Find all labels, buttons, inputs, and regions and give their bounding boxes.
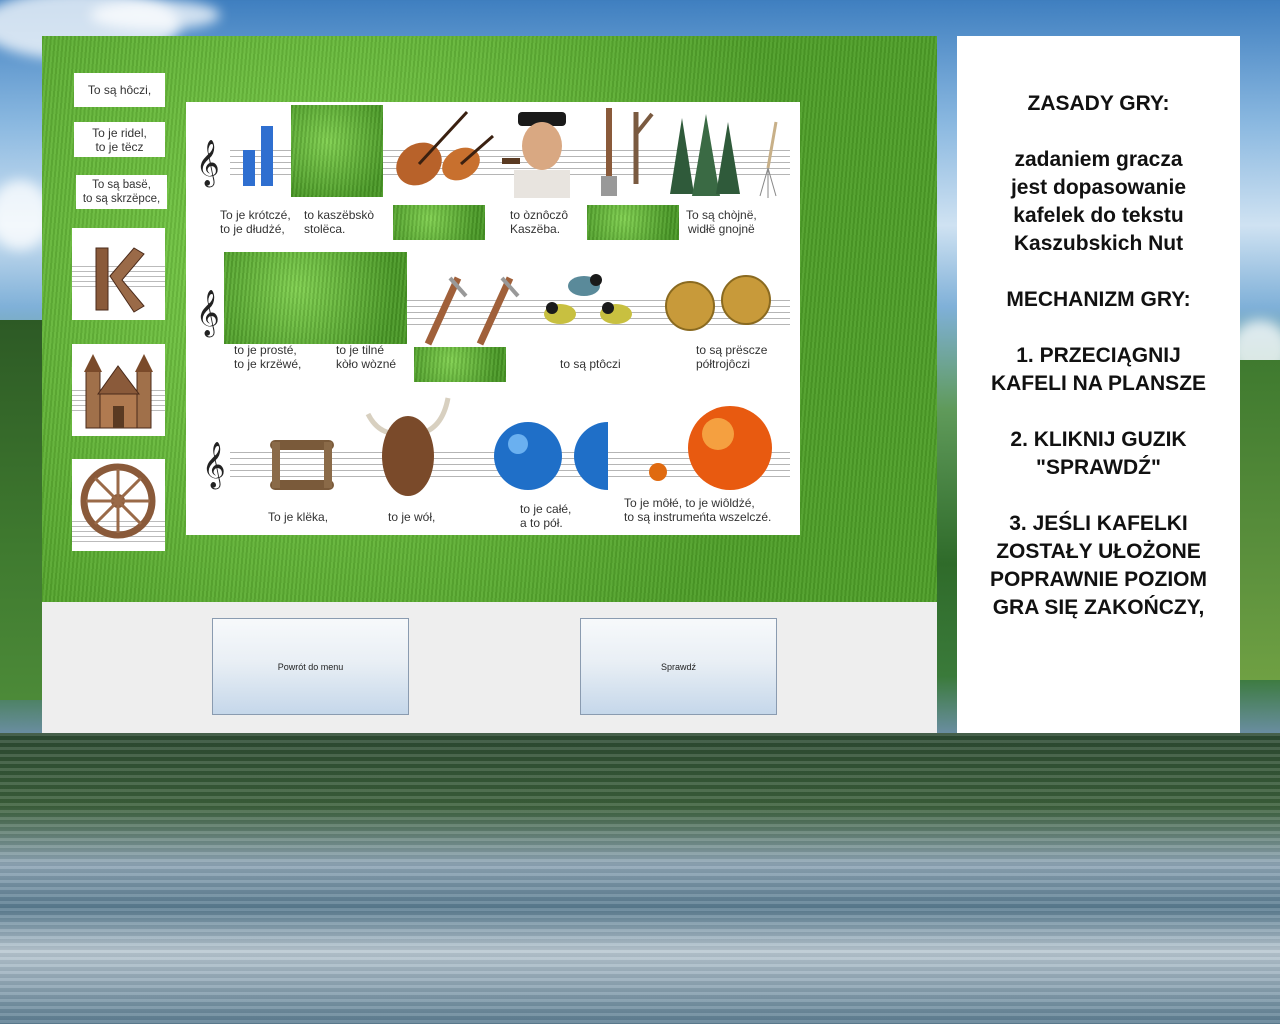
text-tile-base[interactable]: To są basë, to są skrzëpce, <box>76 175 167 209</box>
board-text: to òznôczô Kaszëba. <box>510 208 569 236</box>
ox-head-icon <box>365 397 451 496</box>
board-text: To je krótczé, to je dłudżé, <box>220 208 291 236</box>
board-text: To je klëka, <box>268 510 329 524</box>
coins-icon <box>665 275 771 331</box>
board-text: to je tilné kòło wòzné <box>336 343 397 371</box>
spruce-trees-icon <box>670 114 740 196</box>
board-text: to je wół, <box>388 510 436 524</box>
empty-drop-slot[interactable] <box>587 205 679 240</box>
rules-text: Kaszubskich Nut <box>1013 232 1184 255</box>
pitchfork-icon <box>759 121 778 198</box>
spheres-icon <box>494 422 608 490</box>
game-window: To są hôczi, To je ridel, to je tëcz To … <box>42 36 937 733</box>
rules-text: "SPRAWDŹ" <box>1036 456 1161 479</box>
tools-icon <box>601 108 654 196</box>
tile-text: To są basë, to są skrzëpce, <box>82 179 161 205</box>
rules-text: jest dopasowanie <box>1010 176 1187 199</box>
bars-chart-icon <box>243 126 273 186</box>
kashubian-man-icon <box>502 112 570 198</box>
rules-text: 3. JEŚLI KAFELKI <box>1009 512 1188 535</box>
letter-k-tile-icon <box>95 247 145 313</box>
empty-drop-slot[interactable] <box>393 205 485 240</box>
rules-title: ZASADY GRY: <box>1027 92 1170 115</box>
wheel-tile-icon <box>80 463 156 539</box>
background-tree <box>1238 360 1280 680</box>
picture-tile-letter-k[interactable] <box>72 228 165 320</box>
empty-drop-slot[interactable] <box>224 252 407 344</box>
rules-text: 1. PRZECIĄGNIJ <box>1016 344 1181 367</box>
board-text: to je całé, a to pół. <box>520 502 572 530</box>
check-button[interactable]: Sprawdź <box>580 618 777 715</box>
board-text: to kaszëbskò stolëca. <box>304 208 375 236</box>
treble-clef-icon: 𝄞 <box>196 140 220 186</box>
empty-drop-slot[interactable] <box>291 105 383 197</box>
bottom-toolbar: Powrót do menu Sprawdź <box>42 602 937 733</box>
empty-drop-slot[interactable] <box>414 347 506 382</box>
treble-clef-icon: 𝄞 <box>202 442 226 488</box>
board-text: To je môłé, to je wiôldżé, to są instrum… <box>624 496 772 524</box>
picture-tile-wheel[interactable] <box>72 459 165 551</box>
text-tile-ridel[interactable]: To je ridel, to je tëcz <box>74 122 165 157</box>
background-water <box>0 733 1280 1024</box>
church-tile-icon <box>84 354 153 429</box>
picture-tile-church[interactable] <box>72 344 165 436</box>
rules-text: POPRAWNIE POZIOM <box>989 568 1207 591</box>
mechanics-title: MECHANIZM GRY: <box>1006 288 1191 311</box>
grass-play-area: To są hôczi, To je ridel, to je tëcz To … <box>42 36 937 602</box>
text-tile-hoczi[interactable]: To są hôczi, <box>74 73 165 107</box>
rules-text: KAFELI NA PLANSZE <box>990 372 1207 395</box>
rake-handles-icon <box>424 276 520 346</box>
rules-text: zadaniem gracza <box>1014 148 1183 171</box>
game-board: 𝄞 To je krótczé, to je dłudżé, to kaszëb… <box>186 102 800 535</box>
board-text: to je prosté, to je krzëwé, <box>234 343 302 371</box>
back-to-menu-button[interactable]: Powrót do menu <box>212 618 409 715</box>
rules-text: GRA SIĘ ZAKOŃCZY, <box>992 596 1205 619</box>
violin-icon <box>396 110 494 186</box>
gate-frame-icon <box>270 440 334 490</box>
tile-text: To są hôczi, <box>87 83 152 97</box>
rules-text: ZOSTAŁY UŁOŻONE <box>996 540 1201 563</box>
board-text: To są chòjnë, widłë gnojnë <box>686 208 757 236</box>
board-text: to są prëscze półtrojôczi <box>696 343 768 371</box>
tile-text: To je ridel, to je tëcz <box>92 125 147 154</box>
board-text: to są ptôczi <box>560 357 621 371</box>
orange-spheres-icon <box>649 406 772 490</box>
birds-icon <box>544 274 632 324</box>
treble-clef-icon: 𝄞 <box>196 290 220 336</box>
rules-panel: ZASADY GRY: zadaniem gracza jest dopasow… <box>957 36 1240 733</box>
rules-text: kafelek do tekstu <box>1013 204 1184 227</box>
rules-text: 2. KLIKNIJ GUZIK <box>1010 428 1187 451</box>
background-sky-cloud <box>90 0 220 30</box>
